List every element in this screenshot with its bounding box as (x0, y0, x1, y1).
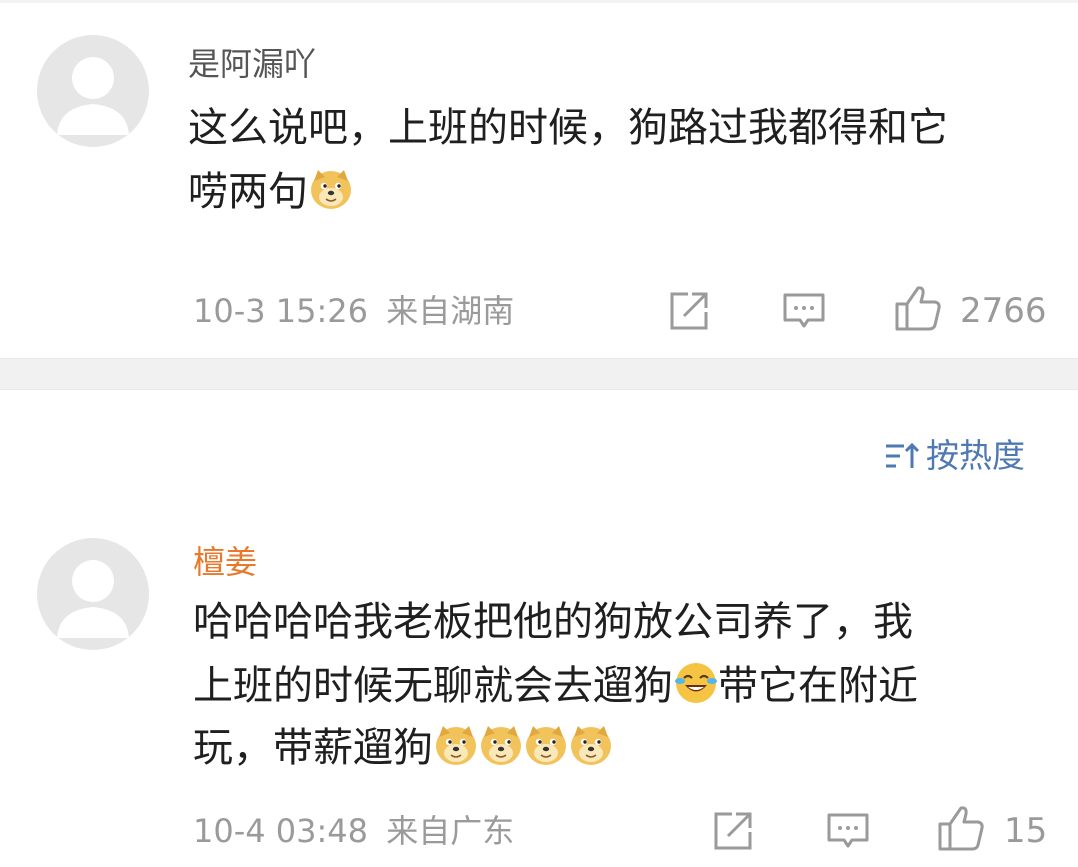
timestamp: 10-3 15:26 (193, 292, 369, 330)
avatar[interactable] (37, 538, 149, 650)
section-divider (0, 358, 1078, 390)
comment-icon[interactable] (782, 292, 826, 330)
comment-text-line: 哈哈哈哈我老板把他的狗放公司养了，我 (193, 599, 913, 645)
doge-emoji (309, 167, 353, 211)
comment-meta: 10-3 15:26 来自湖南 (193, 291, 514, 331)
like-count: 15 (1004, 811, 1048, 851)
doge-emoji (569, 723, 613, 767)
doge-emoji (434, 723, 478, 767)
sort-icon (886, 442, 920, 468)
sort-label: 按热度 (926, 436, 1025, 475)
avatar[interactable] (37, 35, 149, 147)
location: 来自广东 (386, 812, 515, 850)
comment-text-line-3: 玩，带薪遛狗 (193, 720, 613, 777)
timestamp: 10-4 03:48 (193, 812, 369, 850)
laugh-cry-emoji (674, 661, 718, 705)
default-avatar-icon (37, 538, 149, 650)
like-count: 2766 (960, 291, 1047, 331)
like-icon[interactable] (894, 284, 942, 332)
comment-text-line: 这么说吧，上班的时候，狗路过我都得和它 (188, 105, 948, 151)
comment-text-line-2: 上班的时候无聊就会去遛狗 带它在附近 (193, 661, 918, 709)
location: 来自湖南 (386, 292, 515, 330)
comment-icon[interactable] (826, 812, 870, 850)
like-icon[interactable] (937, 804, 985, 852)
share-icon[interactable] (668, 290, 710, 332)
doge-emoji (479, 723, 523, 767)
comment-item: 檀姜 哈哈哈哈我老板把他的狗放公司养了，我 上班的时候无聊就会去遛狗 带它在附近 … (0, 520, 1078, 867)
comment-meta: 10-4 03:48 来自广东 (193, 811, 514, 851)
username[interactable]: 是阿漏吖 (188, 44, 316, 84)
default-avatar-icon (37, 35, 149, 147)
comment-text-line-2: 唠两句 (188, 164, 353, 221)
sort-by-hot-button[interactable]: 按热度 (884, 436, 1025, 476)
comment-item: 是阿漏吖 这么说吧，上班的时候，狗路过我都得和它 唠两句 10-3 15:26 … (0, 0, 1078, 358)
share-icon[interactable] (712, 810, 754, 852)
doge-emoji (524, 723, 568, 767)
username[interactable]: 檀姜 (193, 542, 257, 582)
